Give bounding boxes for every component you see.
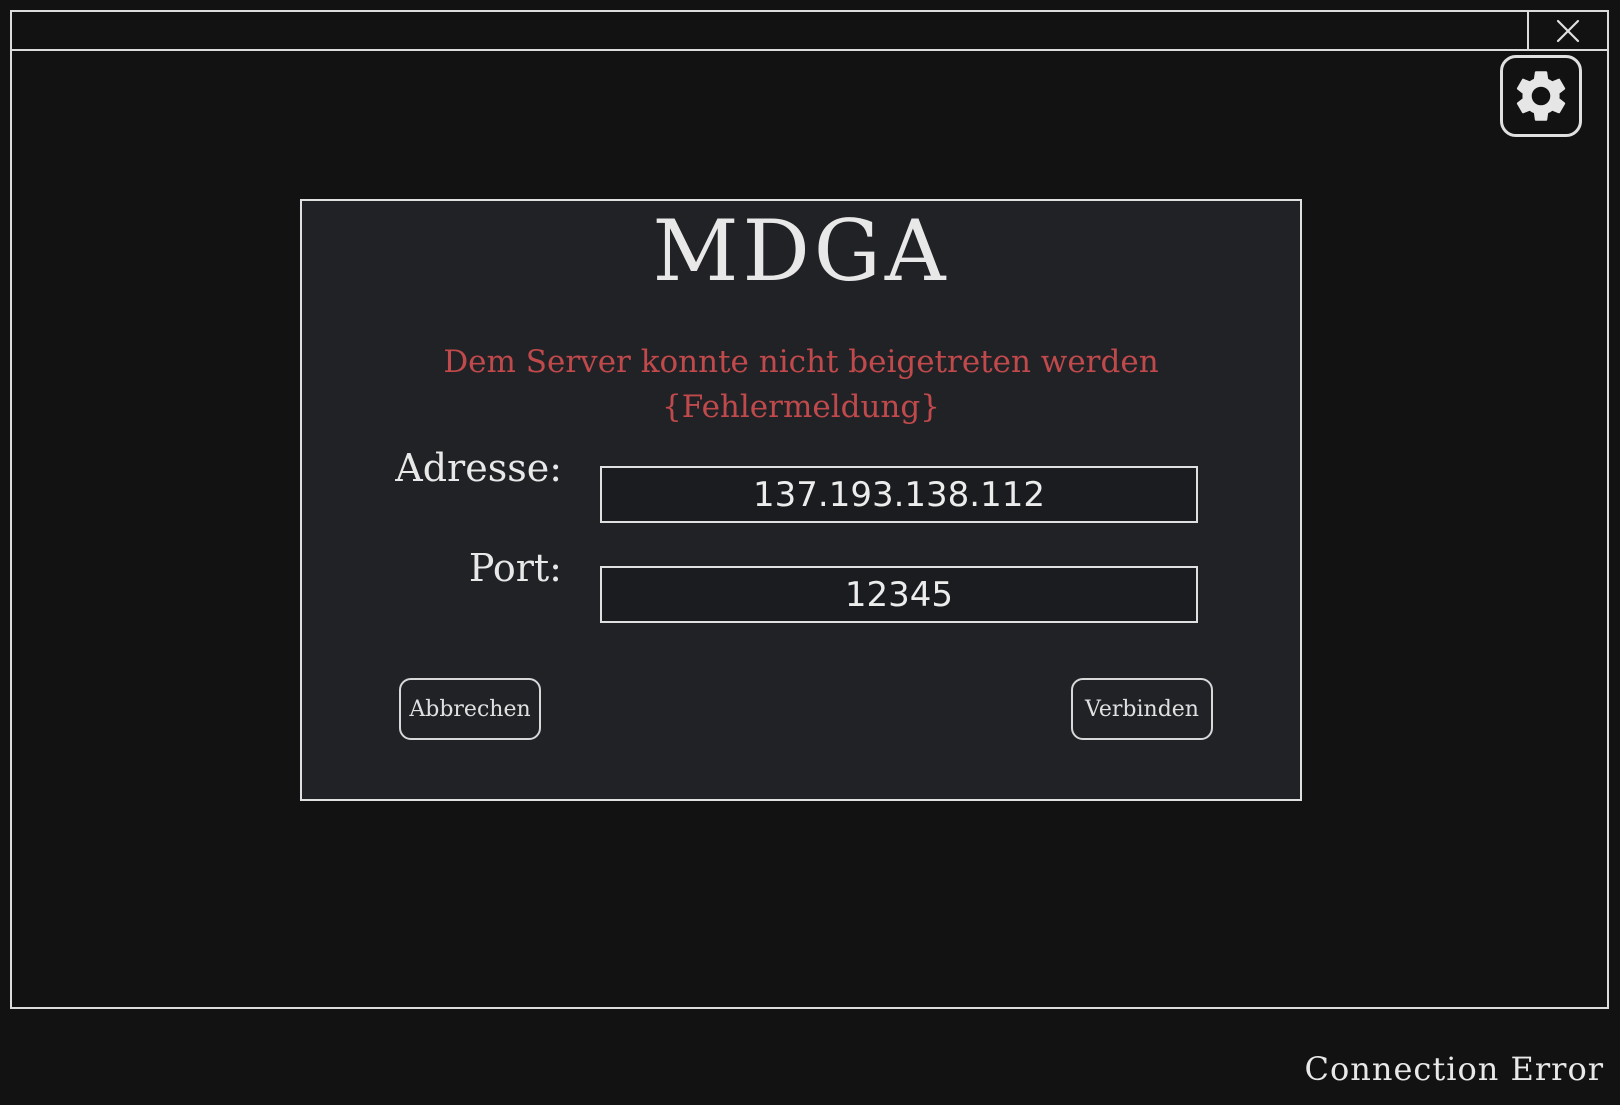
title-bar bbox=[12, 12, 1607, 51]
close-icon bbox=[1556, 19, 1580, 42]
address-input[interactable] bbox=[600, 466, 1198, 523]
error-message: Dem Server konnte nicht beigetreten werd… bbox=[302, 340, 1300, 430]
port-label: Port: bbox=[468, 546, 562, 590]
close-button[interactable] bbox=[1527, 12, 1607, 49]
address-label: Adresse: bbox=[395, 446, 562, 490]
error-detail-placeholder: {Fehlermeldung} bbox=[662, 389, 940, 425]
connect-button[interactable]: Verbinden bbox=[1071, 678, 1213, 740]
port-input[interactable] bbox=[600, 566, 1198, 623]
settings-button[interactable] bbox=[1500, 55, 1582, 137]
status-text: Connection Error bbox=[1304, 1050, 1604, 1088]
app-title: MDGA bbox=[652, 202, 950, 300]
error-message-line: Dem Server konnte nicht beigetreten werd… bbox=[443, 344, 1159, 380]
connect-dialog: MDGA Dem Server konnte nicht beigetreten… bbox=[300, 199, 1302, 801]
gear-icon bbox=[1516, 71, 1566, 121]
cancel-button[interactable]: Abbrechen bbox=[399, 678, 541, 740]
